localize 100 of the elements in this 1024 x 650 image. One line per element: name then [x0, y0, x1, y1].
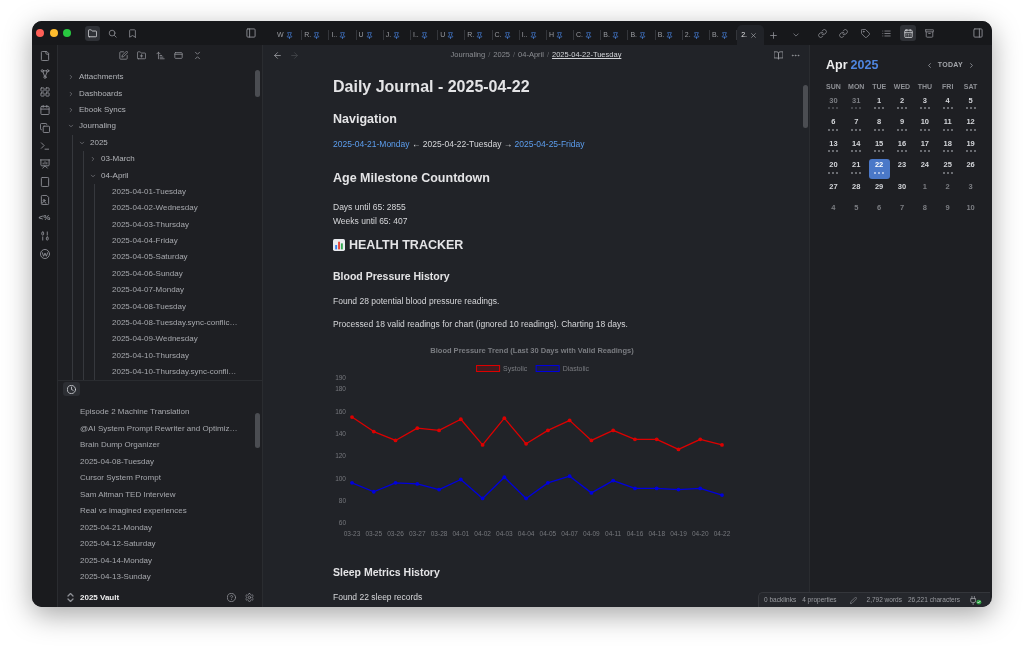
data-point [676, 487, 681, 492]
text-line: Weeks until 65: 407 [333, 215, 408, 228]
tablet-icon[interactable] [39, 177, 50, 187]
scrollbar-thumb[interactable] [803, 85, 808, 128]
pin-icon [393, 31, 401, 39]
recent-file-item[interactable]: 2025-04-12-Saturday [80, 536, 156, 553]
folder-item[interactable]: Dashboards [68, 85, 123, 102]
paragraph: Found 28 potential blood pressure readings. [333, 295, 500, 307]
grid-icon[interactable] [39, 87, 50, 97]
recent-file-item[interactable]: Episode 2 Machine Translation [80, 404, 190, 421]
vault-name[interactable]: 2025 Vault [80, 591, 120, 604]
note-link[interactable]: 2025-04-21-Monday [333, 139, 410, 149]
sidebar-tab[interactable] [85, 25, 100, 41]
file-item[interactable]: 2025-04-10-Thursday.sync-confli… [112, 364, 237, 380]
recent-file-item[interactable]: Brain Dump Organizer [80, 437, 160, 454]
link-icon [839, 28, 849, 38]
folder-item[interactable]: 03-March [90, 150, 135, 168]
sidebar-toggle-icon[interactable] [973, 28, 983, 38]
data-point [698, 486, 703, 491]
file-item[interactable]: 2025-04-08-Tuesday [112, 298, 186, 315]
data-point [350, 480, 354, 485]
window-zoom-button[interactable] [63, 29, 71, 37]
folder-item[interactable]: Attachments [68, 69, 124, 86]
chevron-left-icon[interactable] [925, 60, 933, 70]
ribbon-button[interactable]: <% [38, 213, 51, 223]
sort-icon[interactable] [155, 50, 165, 60]
recent-file-item[interactable]: 2025-04-13-Sunday [80, 569, 151, 586]
recent-file-item[interactable]: 2025-04-21-Monday [80, 519, 153, 536]
subsection-heading: Blood Pressure History [333, 269, 450, 283]
file-item[interactable]: 2025-04-10-Thursday [112, 347, 189, 365]
pencil-icon[interactable] [849, 596, 857, 604]
folder-item[interactable]: 2025 [79, 134, 108, 151]
graph-icon[interactable] [39, 69, 50, 79]
data-point [567, 418, 572, 423]
legend-swatch-icon[interactable] [535, 365, 560, 372]
sidebar-toggle-icon[interactable] [246, 28, 256, 38]
book-icon[interactable] [774, 50, 783, 60]
recent-file-item[interactable]: 2025-04-14-Monday [80, 552, 153, 569]
file-item[interactable]: 2025-04-09-Wednesday [112, 331, 198, 348]
presentation-icon[interactable] [39, 159, 50, 169]
window-icon[interactable] [174, 50, 183, 60]
file-icon[interactable] [39, 51, 50, 61]
terminal-icon[interactable] [39, 141, 50, 151]
folder-item[interactable]: Journaling [68, 118, 116, 135]
recent-file-item[interactable]: Sam Altman TED Interview [80, 486, 176, 503]
folder-item[interactable]: Ebook Syncs [68, 101, 126, 119]
arrow-left-icon[interactable] [273, 50, 282, 60]
file-item[interactable]: 2025-04-07-Monday [112, 282, 185, 299]
scrollbar-thumb[interactable] [255, 413, 260, 448]
file-item[interactable]: 2025-04-03-Thursday [112, 216, 189, 233]
note-link[interactable]: 2025-04-25-Friday [514, 139, 585, 149]
file-item[interactable]: 2025-04-01-Tuesday [112, 183, 186, 201]
subsection-heading: Sleep Metrics History [333, 565, 440, 579]
data-point [654, 437, 659, 442]
file-item[interactable]: 2025-04-02-Wednesday [112, 200, 198, 217]
data-point [611, 428, 616, 433]
pin-icon [313, 31, 321, 39]
data-point [415, 482, 420, 486]
file-item[interactable]: 2025-04-08-Tuesday.sync-conflic… [112, 314, 238, 332]
recent-file-item[interactable]: @AI System Prompt Rewriter and Optimiz… [80, 420, 238, 437]
folder-item[interactable]: 04-April [90, 167, 129, 184]
search-icon [108, 28, 117, 38]
file-item[interactable]: 2025-04-05-Saturday [112, 249, 188, 266]
pin-icon [692, 31, 700, 39]
sliders-icon[interactable] [39, 231, 50, 241]
plus-icon[interactable] [769, 30, 779, 40]
chevrons-up-down-icon[interactable] [67, 593, 74, 602]
scrollbar-thumb[interactable] [255, 70, 260, 97]
file-item[interactable]: 2025-04-04-Friday [112, 232, 178, 250]
window-close-button[interactable] [36, 29, 44, 37]
recent-file-item[interactable]: Cursor System Prompt [80, 470, 161, 487]
legend-swatch-icon[interactable] [476, 365, 501, 372]
panel-tab[interactable] [900, 25, 917, 41]
plug-icon[interactable] [970, 595, 982, 605]
data-point [546, 428, 550, 433]
calendar-year: 2025 [850, 56, 879, 74]
data-point [350, 415, 354, 419]
calendar-icon[interactable] [39, 105, 50, 115]
bar-chart-icon [333, 239, 345, 251]
collapse-icon[interactable] [192, 50, 202, 60]
folder-plus-icon[interactable] [137, 50, 146, 60]
pin-icon [365, 31, 373, 39]
chevron-down-icon[interactable] [792, 31, 801, 39]
close-icon[interactable] [750, 31, 758, 39]
document-icon[interactable] [39, 195, 50, 205]
edit-icon[interactable] [118, 50, 128, 60]
data-point [524, 496, 528, 501]
recent-file-item[interactable]: 2025-04-08-Tuesday [80, 453, 154, 470]
file-item[interactable]: 2025-04-06-Sunday [112, 265, 183, 283]
copy-icon[interactable] [39, 123, 50, 133]
pin-icon [611, 31, 619, 39]
data-point [589, 438, 594, 443]
chevron-right-icon[interactable] [968, 60, 975, 70]
circle-logo-icon[interactable] [39, 249, 50, 259]
recent-files-tab[interactable] [63, 382, 80, 396]
window-minimize-button[interactable] [50, 29, 58, 37]
help-icon[interactable] [227, 593, 236, 602]
settings-icon[interactable] [245, 593, 254, 602]
clock-icon [67, 384, 76, 394]
recent-file-item[interactable]: Real vs imagined experiences [80, 503, 187, 520]
